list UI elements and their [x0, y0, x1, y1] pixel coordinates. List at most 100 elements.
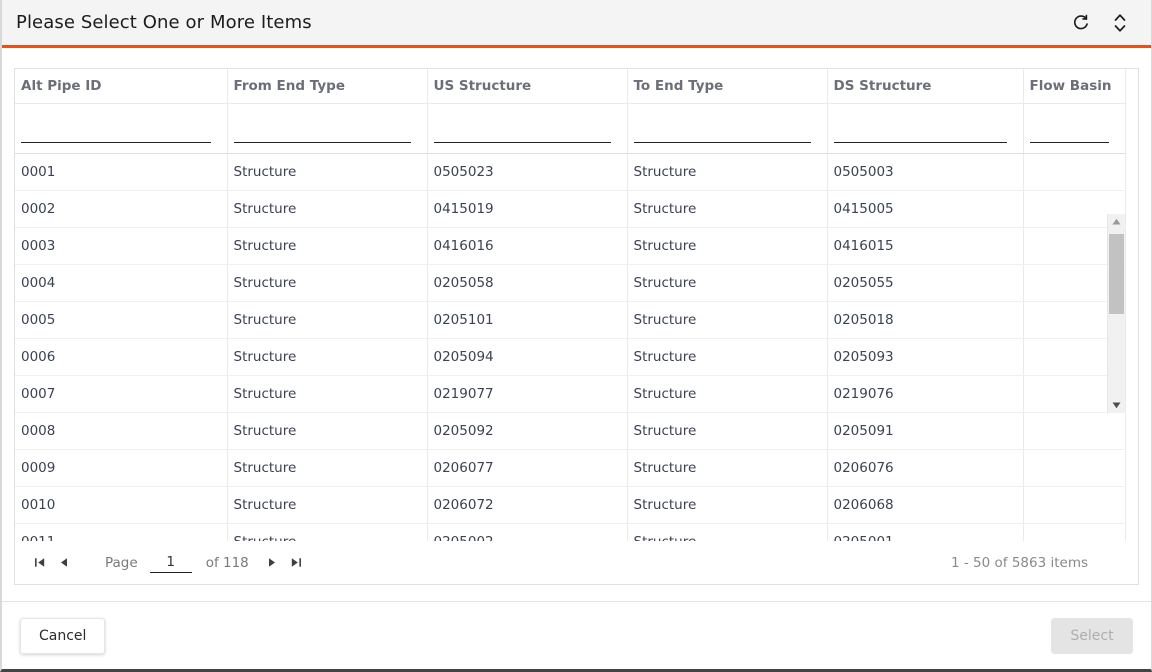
cell-us-structure: 0205101: [427, 301, 628, 339]
page-label: Page: [105, 554, 138, 571]
items-table: Alt Pipe ID From End Type US Structure T…: [15, 69, 1126, 541]
cell-ds-structure: 0505003: [827, 153, 1024, 191]
filter-cell-alt-pipe-id: [15, 103, 228, 154]
cell-alt-pipe-id: 0006: [15, 338, 228, 376]
table-row[interactable]: 0004 Structure 0205058 Structure 0205055: [15, 264, 1126, 302]
filter-input-from-end-type[interactable]: [233, 122, 411, 143]
column-header-alt-pipe-id[interactable]: Alt Pipe ID: [15, 69, 228, 104]
filter-cell-to-end-type: [627, 103, 828, 154]
total-pages-label: of 118: [205, 554, 249, 571]
cell-from-end-type: Structure: [227, 338, 428, 376]
cell-ds-structure: 0205018: [827, 301, 1024, 339]
scroll-down-arrow-icon[interactable]: [1108, 397, 1125, 413]
table-row[interactable]: 0011Structure0205002Structure0205001: [15, 523, 1126, 541]
expand-collapse-icon[interactable]: [1107, 10, 1133, 36]
cell-us-structure: 0205002: [427, 523, 628, 541]
pager-navigation: Page of 118: [29, 552, 307, 574]
cell-alt-pipe-id: 0011: [15, 523, 228, 541]
items-grid: Alt Pipe ID From End Type US Structure T…: [14, 68, 1139, 541]
cell-from-end-type: Structure: [227, 486, 428, 524]
filter-cell-flow-basin: [1023, 103, 1126, 154]
cell-us-structure: 0206077: [427, 449, 628, 487]
previous-page-icon[interactable]: [53, 552, 75, 574]
cell-alt-pipe-id: 0003: [15, 227, 228, 265]
grid-scroller: Alt Pipe ID From End Type US Structure T…: [15, 69, 1138, 541]
filter-input-us-structure[interactable]: [433, 122, 611, 143]
cell-ds-structure: 0205001: [827, 523, 1024, 541]
cell-to-end-type: Structure: [627, 301, 828, 339]
vertical-scrollbar[interactable]: [1107, 214, 1125, 413]
page-number-input[interactable]: [149, 552, 192, 573]
cell-flow-basin: [1023, 486, 1126, 524]
cell-to-end-type: Structure: [627, 486, 828, 524]
table-row[interactable]: 0009 Structure 0206077 Structure 0206076: [15, 449, 1126, 487]
cell-flow-basin: [1023, 523, 1126, 541]
cell-us-structure: 0505023: [427, 153, 628, 191]
cancel-button[interactable]: Cancel: [20, 617, 106, 654]
cell-ds-structure: 0205093: [827, 338, 1024, 376]
cell-ds-structure: 0205091: [827, 412, 1024, 450]
table-row[interactable]: 0006 Structure 0205094 Structure 0205093: [15, 338, 1126, 376]
cell-to-end-type: Structure: [627, 227, 828, 265]
column-header-to-end-type[interactable]: To End Type: [627, 69, 828, 104]
cell-to-end-type: Structure: [627, 449, 828, 487]
scroll-up-arrow-icon[interactable]: [1108, 214, 1125, 230]
cell-to-end-type: Structure: [627, 153, 828, 191]
table-header: Alt Pipe ID From End Type US Structure T…: [15, 69, 1126, 154]
filter-cell-from-end-type: [227, 103, 428, 154]
filter-input-to-end-type[interactable]: [633, 122, 811, 143]
cell-alt-pipe-id: 0007: [15, 375, 228, 413]
first-page-icon[interactable]: [29, 552, 51, 574]
cell-from-end-type: Structure: [227, 449, 428, 487]
cell-from-end-type: Structure: [227, 190, 428, 228]
vertical-scroll-thumb[interactable]: [1109, 234, 1124, 314]
header-row: Alt Pipe ID From End Type US Structure T…: [15, 69, 1126, 104]
column-header-flow-basin[interactable]: Flow Basin: [1023, 69, 1126, 104]
dialog-footer: Cancel Select: [2, 601, 1151, 669]
cell-flow-basin: [1023, 153, 1126, 191]
cell-to-end-type: Structure: [627, 412, 828, 450]
dialog-titlebar: Please Select One or More Items: [2, 0, 1151, 48]
filter-input-flow-basin[interactable]: [1029, 122, 1109, 143]
cell-from-end-type: Structure: [227, 375, 428, 413]
cell-us-structure: 0206072: [427, 486, 628, 524]
table-row[interactable]: 0005 Structure 0205101 Structure 0205018: [15, 301, 1126, 339]
last-page-icon[interactable]: [285, 552, 307, 574]
table-row[interactable]: 0001 Structure 0505023 Structure 0505003: [15, 153, 1126, 191]
cell-us-structure: 0415019: [427, 190, 628, 228]
cell-flow-basin: [1023, 449, 1126, 487]
cell-to-end-type: Structure: [627, 190, 828, 228]
filter-cell-ds-structure: [827, 103, 1024, 154]
column-header-us-structure[interactable]: US Structure: [427, 69, 628, 104]
cell-to-end-type: Structure: [627, 264, 828, 302]
table-row[interactable]: 0010 Structure 0206072 Structure 0206068: [15, 486, 1126, 524]
cell-ds-structure: 0206068: [827, 486, 1024, 524]
pager: Page of 118 1 - 50 of 5863 items: [14, 541, 1139, 585]
cell-from-end-type: Structure: [227, 153, 428, 191]
cell-alt-pipe-id: 0008: [15, 412, 228, 450]
cell-ds-structure: 0219076: [827, 375, 1024, 413]
table-row[interactable]: 0002 Structure 0415019 Structure 0415005: [15, 190, 1126, 228]
cell-from-end-type: Structure: [227, 227, 428, 265]
select-button[interactable]: Select: [1051, 617, 1133, 654]
cell-us-structure: 0205094: [427, 338, 628, 376]
refresh-icon[interactable]: [1067, 10, 1093, 36]
cell-us-structure: 0205058: [427, 264, 628, 302]
filter-input-ds-structure[interactable]: [833, 122, 1007, 143]
table-row[interactable]: 0008 Structure 0205092 Structure 0205091: [15, 412, 1126, 450]
table-row[interactable]: 0007 Structure 0219077 Structure 0219076: [15, 375, 1126, 413]
next-page-icon[interactable]: [261, 552, 283, 574]
select-items-dialog: Please Select One or More Items Alt Pipe…: [0, 0, 1152, 672]
vertical-scroll-track[interactable]: [1109, 230, 1124, 397]
cell-to-end-type: Structure: [627, 375, 828, 413]
cell-ds-structure: 0415005: [827, 190, 1024, 228]
cell-ds-structure: 0206076: [827, 449, 1024, 487]
cell-ds-structure: 0205055: [827, 264, 1024, 302]
column-header-ds-structure[interactable]: DS Structure: [827, 69, 1024, 104]
table-row[interactable]: 0003 Structure 0416016 Structure 0416015: [15, 227, 1126, 265]
pager-summary: 1 - 50 of 5863 items: [951, 554, 1088, 571]
cell-alt-pipe-id: 0009: [15, 449, 228, 487]
filter-input-alt-pipe-id[interactable]: [21, 122, 211, 143]
cell-from-end-type: Structure: [227, 301, 428, 339]
column-header-from-end-type[interactable]: From End Type: [227, 69, 428, 104]
